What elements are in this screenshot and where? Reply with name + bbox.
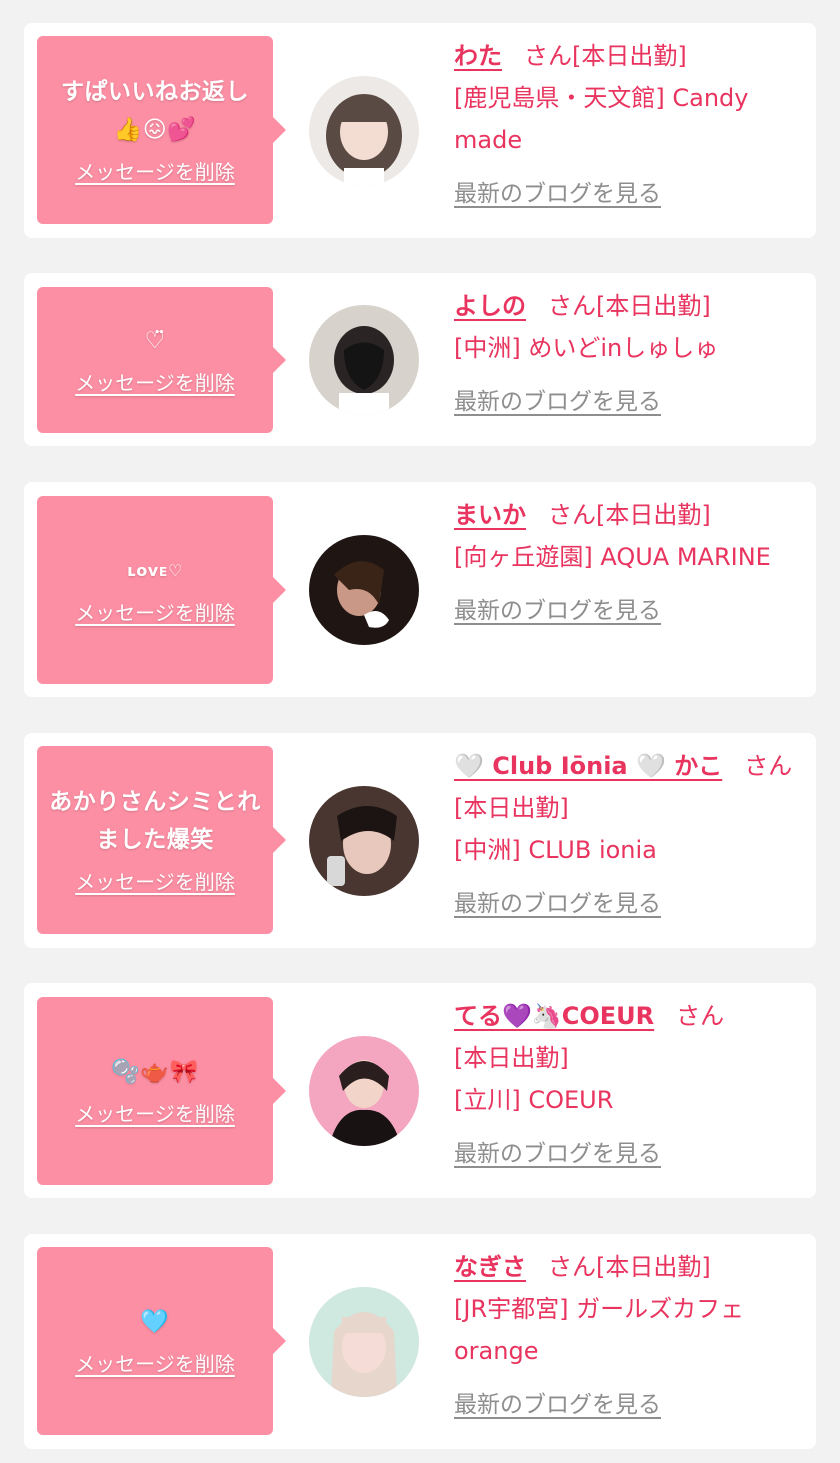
latest-blog-link[interactable]: 最新のブログを見る [454, 590, 661, 632]
message-text: ʟᴏᴠᴇ♡ [127, 561, 183, 580]
cast-name-link[interactable]: わた [454, 42, 502, 70]
message-card: あかりさんシミとれました爆笑 メッセージを削除 🤍 Club Iōnia 🤍 か… [24, 733, 816, 948]
shop-info: [中洲] めいどinしゅしゅ [454, 334, 719, 362]
latest-blog-link[interactable]: 最新のブログを見る [454, 883, 661, 925]
message-text: あかりさんシミとれました爆笑 [49, 789, 261, 853]
delete-message-link[interactable]: メッセージを削除 [75, 157, 235, 187]
cast-info: わた さん[本日出勤] [鹿児島県・天文館] Candy made 最新のブログを… [454, 35, 804, 215]
delete-message-link[interactable]: メッセージを削除 [75, 1099, 235, 1129]
honorific: さん [524, 42, 572, 70]
work-status: [本日出勤] [596, 292, 711, 320]
cast-info: まいか さん[本日出勤] [向ヶ丘遊園] AQUA MARINE 最新のブログを見… [454, 494, 804, 632]
avatar[interactable] [309, 1287, 419, 1397]
cast-name-link[interactable]: 🤍 Club Iōnia 🤍 かこ [454, 752, 722, 780]
cast-name-link[interactable]: まいか [454, 501, 526, 529]
cast-name-link[interactable]: なぎさ [454, 1253, 526, 1281]
latest-blog-link[interactable]: 最新のブログを見る [454, 1133, 661, 1175]
message-card: すぱいいねお返し👍😖💕 メッセージを削除 わた さん[本日出勤] [鹿児島県・天文… [24, 23, 816, 238]
shop-info: [中洲] CLUB ionia [454, 836, 657, 864]
message-card: 🩵 メッセージを削除 なぎさ さん[本日出勤] [JR宇都宮] ガールズカフェ o… [24, 1234, 816, 1449]
message-text: 🫧🫖🎀 [111, 1059, 199, 1085]
honorific: さん [744, 752, 793, 780]
honorific: さん [548, 501, 596, 529]
honorific: さん [548, 1253, 596, 1281]
shop-info: [立川] COEUR [454, 1086, 614, 1114]
work-status: [本日出勤] [572, 42, 687, 70]
shop-info: [向ヶ丘遊園] AQUA MARINE [454, 543, 771, 571]
work-status: [本日出勤] [454, 794, 569, 822]
message-bubble: ♡̈ メッセージを削除 [37, 287, 286, 433]
message-card: ♡̈ メッセージを削除 よしの さん[本日出勤] [中洲] めいどinしゅしゅ 最… [24, 273, 816, 446]
work-status: [本日出勤] [454, 1044, 569, 1072]
message-text: すぱいいねお返し👍😖💕 [61, 79, 249, 143]
shop-info: [鹿児島県・天文館] Candy made [454, 84, 749, 154]
work-status: [本日出勤] [596, 501, 711, 529]
latest-blog-link[interactable]: 最新のブログを見る [454, 381, 661, 423]
work-status: [本日出勤] [596, 1253, 711, 1281]
avatar[interactable] [309, 76, 419, 186]
honorific: さん [548, 292, 596, 320]
shop-info: [JR宇都宮] ガールズカフェ orange [454, 1295, 745, 1365]
message-card: ʟᴏᴠᴇ♡ メッセージを削除 まいか さん[本日出勤] [向ヶ丘遊園] AQUA … [24, 482, 816, 697]
cast-info: よしの さん[本日出勤] [中洲] めいどinしゅしゅ 最新のブログを見る [454, 285, 804, 423]
avatar[interactable] [309, 535, 419, 645]
delete-message-link[interactable]: メッセージを削除 [75, 1349, 235, 1379]
message-card: 🫧🫖🎀 メッセージを削除 てる💜🦄COEUR さん [本日出勤] [立川] COE… [24, 983, 816, 1198]
message-bubble: 🫧🫖🎀 メッセージを削除 [37, 997, 286, 1185]
honorific: さん [676, 1002, 725, 1030]
message-bubble: ʟᴏᴠᴇ♡ メッセージを削除 [37, 496, 286, 684]
message-bubble: あかりさんシミとれました爆笑 メッセージを削除 [37, 746, 286, 934]
latest-blog-link[interactable]: 最新のブログを見る [454, 173, 661, 215]
cast-info: なぎさ さん[本日出勤] [JR宇都宮] ガールズカフェ orange 最新のブロ… [454, 1246, 804, 1426]
delete-message-link[interactable]: メッセージを削除 [75, 867, 235, 897]
message-bubble: すぱいいねお返し👍😖💕 メッセージを削除 [37, 36, 286, 224]
delete-message-link[interactable]: メッセージを削除 [75, 598, 235, 628]
cast-name-link[interactable]: てる💜🦄COEUR [454, 1002, 654, 1030]
cast-name-link[interactable]: よしの [454, 292, 526, 320]
delete-message-link[interactable]: メッセージを削除 [75, 368, 235, 398]
cast-info: てる💜🦄COEUR さん [本日出勤] [立川] COEUR 最新のブログを見る [454, 995, 804, 1175]
message-bubble: 🩵 メッセージを削除 [37, 1247, 286, 1435]
avatar[interactable] [309, 305, 419, 415]
avatar[interactable] [309, 786, 419, 896]
latest-blog-link[interactable]: 最新のブログを見る [454, 1384, 661, 1426]
message-text: 🩵 [140, 1309, 170, 1335]
avatar[interactable] [309, 1036, 419, 1146]
cast-info: 🤍 Club Iōnia 🤍 かこ さん [本日出勤] [中洲] CLUB ioni… [454, 745, 804, 925]
message-text: ♡̈ [144, 328, 166, 354]
